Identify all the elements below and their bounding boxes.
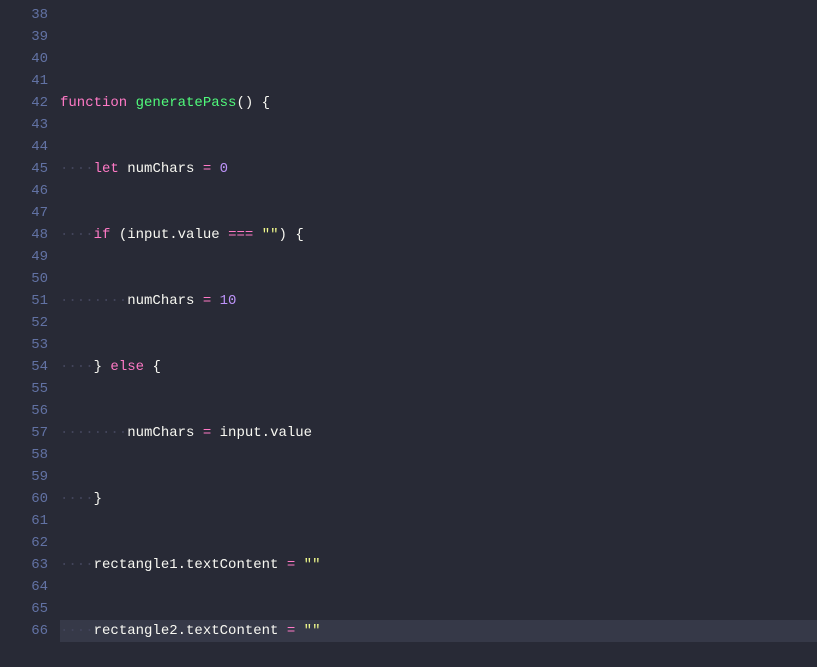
code-line[interactable]: ········numChars = input.value bbox=[60, 422, 817, 444]
line-number: 45 bbox=[0, 158, 48, 180]
line-number: 51 bbox=[0, 290, 48, 312]
code-line[interactable]: ····} else { bbox=[60, 356, 817, 378]
line-number: 52 bbox=[0, 312, 48, 334]
code-line[interactable]: ····let numChars = 0 bbox=[60, 158, 817, 180]
code-line[interactable]: ········numChars = 10 bbox=[60, 290, 817, 312]
line-number: 59 bbox=[0, 466, 48, 488]
code-line[interactable]: ····if (input.value === "") { bbox=[60, 224, 817, 246]
line-number: 61 bbox=[0, 510, 48, 532]
line-number: 43 bbox=[0, 114, 48, 136]
line-number: 40 bbox=[0, 48, 48, 70]
code-area[interactable]: function generatePass() { ····let numCha… bbox=[60, 0, 817, 667]
line-number: 42 bbox=[0, 92, 48, 114]
line-number: 41 bbox=[0, 70, 48, 92]
code-line[interactable]: ····rectangle1.textContent = "" bbox=[60, 554, 817, 576]
line-number: 53 bbox=[0, 334, 48, 356]
code-editor[interactable]: 38 39 40 41 42 43 44 45 46 47 48 49 50 5… bbox=[0, 0, 817, 667]
code-line[interactable]: function generatePass() { bbox=[60, 92, 817, 114]
line-number: 66 bbox=[0, 620, 48, 642]
line-number: 50 bbox=[0, 268, 48, 290]
line-number: 49 bbox=[0, 246, 48, 268]
line-number: 48 bbox=[0, 224, 48, 246]
line-number: 62 bbox=[0, 532, 48, 554]
line-number: 44 bbox=[0, 136, 48, 158]
line-number: 63 bbox=[0, 554, 48, 576]
line-number-gutter: 38 39 40 41 42 43 44 45 46 47 48 49 50 5… bbox=[0, 0, 60, 667]
line-number: 46 bbox=[0, 180, 48, 202]
line-number: 60 bbox=[0, 488, 48, 510]
line-number: 47 bbox=[0, 202, 48, 224]
line-number: 65 bbox=[0, 598, 48, 620]
line-number: 58 bbox=[0, 444, 48, 466]
line-number: 57 bbox=[0, 422, 48, 444]
line-number: 39 bbox=[0, 26, 48, 48]
line-number: 64 bbox=[0, 576, 48, 598]
line-number: 54 bbox=[0, 356, 48, 378]
line-number: 38 bbox=[0, 4, 48, 26]
line-number: 55 bbox=[0, 378, 48, 400]
code-line[interactable]: ····} bbox=[60, 488, 817, 510]
line-number: 56 bbox=[0, 400, 48, 422]
